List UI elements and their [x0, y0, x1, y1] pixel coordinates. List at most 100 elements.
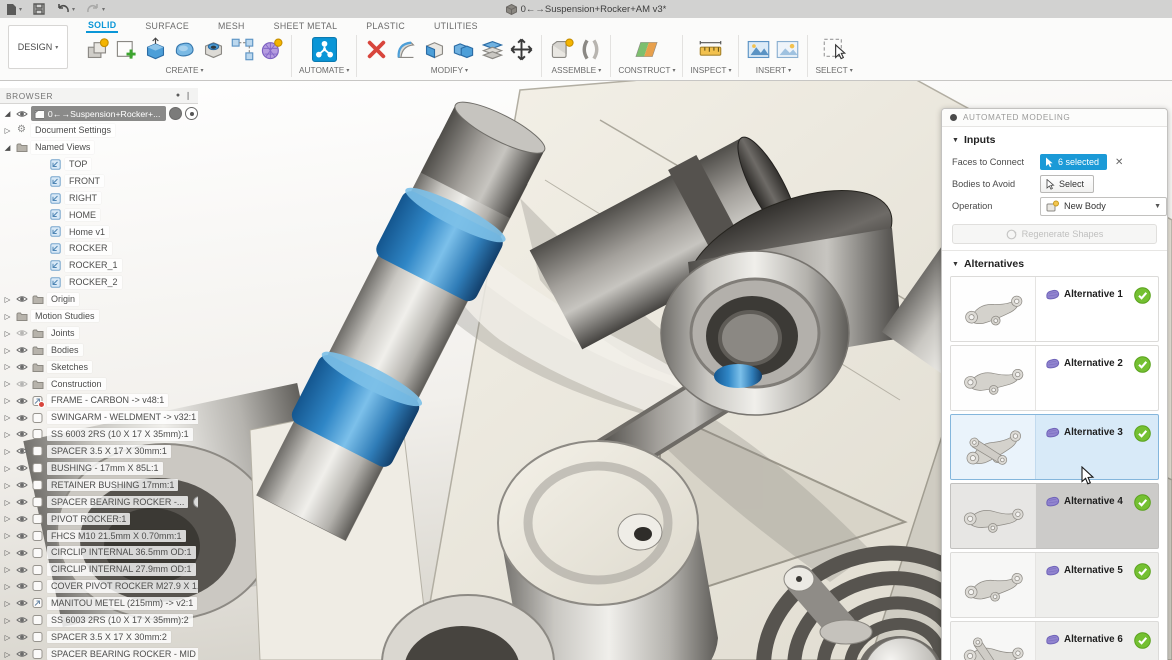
- visibility-eye-icon[interactable]: [15, 414, 28, 422]
- expander-icon[interactable]: ▷: [3, 329, 12, 338]
- browser-item-fhcs-m10-21-5mm-x-0-70mm-1[interactable]: ▷ FHCS M10 21.5mm X 0.70mm:1: [0, 527, 198, 544]
- visibility-eye-icon[interactable]: [15, 380, 28, 388]
- browser-item-ss-6003-2rs-10-x-17-x-35mm-1[interactable]: ▷ SS 6003 2RS (10 X 17 X 35mm):1: [0, 426, 198, 443]
- expander-icon[interactable]: ▷: [3, 295, 12, 304]
- browser-item-rocker-2[interactable]: ROCKER_2: [0, 274, 198, 291]
- status-ok-icon[interactable]: [1134, 563, 1151, 585]
- browser-item-rocker-1[interactable]: ROCKER_1: [0, 257, 198, 274]
- expander-icon[interactable]: ◢: [3, 109, 12, 118]
- joint-icon[interactable]: [578, 37, 603, 62]
- browser-item-sketches[interactable]: ▷ Sketches: [0, 358, 198, 375]
- expander-icon[interactable]: ▷: [3, 498, 12, 507]
- tab-mesh[interactable]: MESH: [216, 21, 247, 32]
- browser-item-joints[interactable]: ▷ Joints: [0, 325, 198, 342]
- browser-item-circlip-internal-36-5mm-od-1[interactable]: ▷ CIRCLIP INTERNAL 36.5mm OD:1: [0, 544, 198, 561]
- alternative-card-5[interactable]: Alternative 5: [950, 552, 1159, 618]
- visibility-eye-icon[interactable]: [15, 481, 28, 489]
- browser-item-ss-6003-2rs-10-x-17-x-35mm-2[interactable]: ▷ SS 6003 2RS (10 X 17 X 35mm):2: [0, 612, 198, 629]
- visibility-eye-icon[interactable]: [15, 329, 28, 337]
- expander-icon[interactable]: ▷: [3, 565, 12, 574]
- tab-solid[interactable]: SOLID: [86, 20, 118, 33]
- root-badge-icon[interactable]: [169, 107, 182, 120]
- visibility-eye-icon[interactable]: [15, 464, 28, 472]
- group-construct-menu[interactable]: CONSTRUCT▾: [618, 65, 675, 75]
- group-create-menu[interactable]: CREATE▾: [165, 65, 203, 75]
- browser-item-home-v1[interactable]: Home v1: [0, 223, 198, 240]
- visibility-eye-icon[interactable]: [15, 633, 28, 641]
- create-sketch-icon[interactable]: [114, 37, 139, 62]
- browser-item-bodies[interactable]: ▷ Bodies: [0, 342, 198, 359]
- expander-icon[interactable]: ▷: [3, 548, 12, 557]
- extrude-icon[interactable]: [143, 37, 168, 62]
- visibility-eye-icon[interactable]: [15, 532, 28, 540]
- status-ok-icon[interactable]: [1134, 494, 1151, 516]
- browser-item-spacer-bearing-rocker[interactable]: ▷ SPACER BEARING ROCKER -...: [0, 494, 198, 511]
- decal-icon[interactable]: [775, 37, 800, 62]
- visibility-eye-icon[interactable]: [15, 363, 28, 371]
- expander-icon[interactable]: ▷: [3, 481, 12, 490]
- expander-icon[interactable]: ▷: [3, 650, 12, 659]
- expander-icon[interactable]: ▷: [3, 413, 12, 422]
- browser-item-motion-studies[interactable]: ▷ Motion Studies: [0, 308, 198, 325]
- expander-icon[interactable]: ▷: [3, 514, 12, 523]
- browser-item-pivot-rocker-1[interactable]: ▷ PIVOT ROCKER:1: [0, 510, 198, 527]
- expander-icon[interactable]: ▷: [3, 582, 12, 591]
- browser-item-spacer-3-5-x-17-x-30mm-1[interactable]: ▷ SPACER 3.5 X 17 X 30mm:1: [0, 443, 198, 460]
- visibility-eye-icon[interactable]: [15, 295, 28, 303]
- tab-plastic[interactable]: PLASTIC: [364, 21, 407, 32]
- group-assemble-menu[interactable]: ASSEMBLE▾: [551, 65, 601, 75]
- visibility-eye-icon[interactable]: [15, 566, 28, 574]
- expander-icon[interactable]: ▷: [3, 447, 12, 456]
- regenerate-shapes-button[interactable]: Regenerate Shapes: [952, 224, 1157, 244]
- status-ok-icon[interactable]: [1134, 356, 1151, 378]
- browser-item-frame-carbon-v48-1[interactable]: ▷ FRAME - CARBON -> v48:1: [0, 392, 198, 409]
- browser-root-item[interactable]: ◢ 0←→Suspension+Rocker+...: [0, 105, 198, 122]
- browser-item-spacer-3-5-x-17-x-30mm-2[interactable]: ▷ SPACER 3.5 X 17 X 30mm:2: [0, 629, 198, 646]
- visibility-eye-icon[interactable]: [15, 515, 28, 523]
- automated-modeling-icon[interactable]: [312, 37, 337, 62]
- expander-icon[interactable]: ▷: [3, 464, 12, 473]
- create-mesh-icon[interactable]: [259, 37, 284, 62]
- new-solid-icon[interactable]: [85, 37, 110, 62]
- group-automate-menu[interactable]: AUTOMATE▾: [299, 65, 349, 75]
- select-window-icon[interactable]: [822, 37, 847, 62]
- form-icon[interactable]: [172, 37, 197, 62]
- visibility-eye-icon[interactable]: [15, 616, 28, 624]
- construction-plane-icon[interactable]: [634, 37, 659, 62]
- alternatives-section-header[interactable]: ▼ Alternatives: [942, 251, 1167, 275]
- group-modify-menu[interactable]: MODIFY▾: [431, 65, 468, 75]
- tab-sheet-metal[interactable]: SHEET METAL: [272, 21, 340, 32]
- browser-item-home[interactable]: HOME: [0, 206, 198, 223]
- move-icon[interactable]: [509, 37, 534, 62]
- browser-item-circlip-internal-27-9mm-od-1[interactable]: ▷ CIRCLIP INTERNAL 27.9mm OD:1: [0, 561, 198, 578]
- group-select-menu[interactable]: SELECT▾: [815, 65, 852, 75]
- panel-header[interactable]: AUTOMATED MODELING: [942, 109, 1167, 127]
- alternative-card-3[interactable]: Alternative 3: [950, 414, 1159, 480]
- combine-icon[interactable]: [451, 37, 476, 62]
- visibility-eye-icon[interactable]: [15, 447, 28, 455]
- expander-icon[interactable]: ▷: [3, 396, 12, 405]
- browser-item-front[interactable]: FRONT: [0, 173, 198, 190]
- delete-icon[interactable]: [364, 37, 389, 62]
- bodies-select-button[interactable]: Select: [1040, 175, 1094, 193]
- tab-surface[interactable]: SURFACE: [143, 21, 191, 32]
- browser-item-rocker[interactable]: ROCKER: [0, 240, 198, 257]
- browser-item-cover-pivot-rocker-m27-9-x-1[interactable]: ▷ COVER PIVOT ROCKER M27.9 X 1...: [0, 578, 198, 595]
- expander-icon[interactable]: ▷: [3, 599, 12, 608]
- visibility-eye-icon[interactable]: [15, 397, 28, 405]
- split-body-icon[interactable]: [480, 37, 505, 62]
- group-insert-menu[interactable]: INSERT▾: [756, 65, 791, 75]
- alternative-card-1[interactable]: Alternative 1: [950, 276, 1159, 342]
- browser-item-spacer-bearing-rocker-mid-i[interactable]: ▷ SPACER BEARING ROCKER - MID I...: [0, 646, 198, 660]
- alternative-card-4[interactable]: Alternative 4: [950, 483, 1159, 549]
- expander-icon[interactable]: ▷: [3, 362, 12, 371]
- expander-icon[interactable]: ▷: [3, 126, 12, 135]
- measure-icon[interactable]: [698, 37, 723, 62]
- expander-icon[interactable]: ▷: [3, 616, 12, 625]
- alternative-card-6[interactable]: Alternative 6: [950, 621, 1159, 660]
- expander-icon[interactable]: ▷: [3, 379, 12, 388]
- fillet-icon[interactable]: [393, 37, 418, 62]
- browser-item-swingarm-weldment-v32-1[interactable]: ▷ SWINGARM - WELDMENT -> v32:1: [0, 409, 198, 426]
- isolate-ring-icon[interactable]: [193, 496, 198, 508]
- clear-selection-icon[interactable]: ✕: [1115, 157, 1123, 168]
